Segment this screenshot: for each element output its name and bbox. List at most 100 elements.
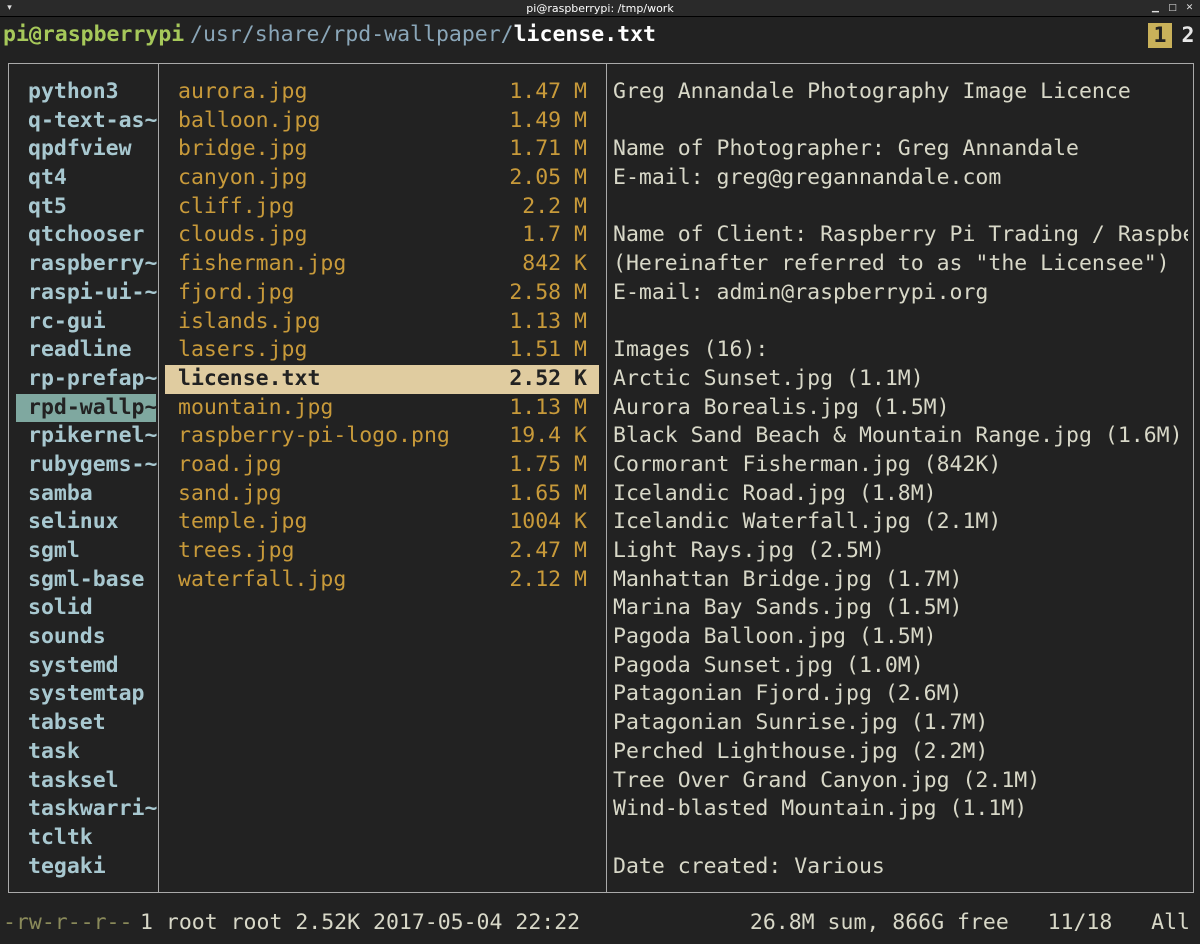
file-size: 2.12 M — [509, 566, 587, 592]
tab-1[interactable]: 1 — [1148, 23, 1172, 48]
preview-line: Cormorant Fisherman.jpg (842K) — [613, 451, 1002, 477]
preview-line: Name of Client: Raspberry Pi Trading / R… — [613, 222, 1188, 248]
preview-line — [613, 308, 1188, 337]
status-bar: -rw-r--r-- 1 root root 2.52K 2017-05-04 … — [0, 908, 1200, 938]
file-name: lasers.jpg — [178, 337, 308, 363]
file-info: 1 root root 2.52K 2017-05-04 22:22 — [140, 910, 581, 935]
parent-dir-item[interactable]: qt5 — [16, 193, 156, 222]
parent-dir-item[interactable]: qt4 — [16, 164, 156, 193]
parent-dir-item[interactable]: q-text-as~ — [16, 107, 157, 136]
parent-dir-item[interactable]: selinux — [16, 508, 156, 537]
parent-dir-item[interactable]: rp-prefap~ — [16, 365, 157, 394]
file-item[interactable]: clouds.jpg 1.7 M — [165, 221, 599, 250]
parent-dir-item[interactable]: readline — [16, 336, 156, 365]
current-path: /usr/share/rpd-wallpaper/license.txt — [190, 21, 656, 49]
file-name: islands.jpg — [178, 308, 321, 334]
file-item[interactable]: islands.jpg 1.13 M — [165, 308, 599, 337]
file-item[interactable]: road.jpg 1.75 M — [165, 451, 599, 480]
parent-dir-item[interactable]: systemtap — [16, 680, 156, 709]
preview-line: Wind-blasted Mountain.jpg (1.1M) — [613, 796, 1028, 822]
preview-line — [613, 107, 1188, 136]
file-item[interactable]: balloon.jpg 1.49 M — [165, 107, 599, 136]
preview-line: Greg Annandale Photography Image Licence — [613, 79, 1131, 104]
preview-line: Perched Lighthouse.jpg (2.2M) — [613, 738, 989, 764]
minimize-icon[interactable]: ▁ — [1150, 3, 1161, 13]
file-item[interactable]: bridge.jpg 1.71 M — [165, 135, 599, 164]
parent-dir-item[interactable]: tcltk — [16, 824, 156, 853]
file-name: trees.jpg — [178, 538, 295, 563]
preview-line: Pagoda Sunset.jpg (1.0M) — [613, 652, 924, 678]
file-name: fisherman.jpg — [178, 251, 347, 277]
maximize-icon[interactable]: □ — [1167, 3, 1178, 13]
parent-dir-item[interactable]: raspberry~ — [16, 250, 157, 279]
preview-line: Icelandic Waterfall.jpg (2.1M) — [613, 509, 1002, 535]
file-item[interactable]: canyon.jpg 2.05 M — [165, 164, 599, 193]
window-title: pi@raspberrypi: /tmp/work — [526, 2, 674, 15]
file-name: bridge.jpg — [178, 136, 308, 162]
column-divider-1 — [158, 63, 159, 893]
parent-dir-item[interactable]: rpd-wallp~ — [16, 393, 157, 423]
window-menu-icon[interactable]: ▾ — [4, 3, 15, 13]
parent-directory-column[interactable]: python3 q-text-as~ qpdfview qt4 qt5 qtchooser… — [16, 78, 157, 882]
preview-line: Aurora Borealis.jpg (1.5M) — [613, 394, 950, 420]
file-name: sand.jpg — [178, 480, 282, 506]
file-item[interactable]: fisherman.jpg 842 K — [165, 250, 599, 279]
parent-dir-item[interactable]: sounds — [16, 623, 156, 652]
parent-dir-item[interactable]: systemd — [16, 652, 156, 681]
preview-line: Black Sand Beach & Mountain Range.jpg (1… — [613, 423, 1183, 449]
parent-dir-item[interactable]: tasksel — [16, 767, 156, 796]
file-item[interactable]: raspberry-pi-logo.png 19.4 K — [165, 422, 599, 451]
parent-dir-item[interactable]: qtchooser — [16, 221, 156, 250]
file-size: 2.52 K — [509, 365, 587, 391]
file-size: 2.47 M — [509, 538, 587, 563]
file-name: license.txt — [178, 365, 321, 391]
parent-dir-item[interactable]: rpikernel~ — [16, 422, 157, 451]
file-item[interactable]: cliff.jpg 2.2 M — [165, 193, 599, 222]
parent-dir-item[interactable]: sgml-base — [16, 566, 156, 595]
parent-dir-item[interactable]: rc-gui — [16, 308, 156, 337]
file-item[interactable]: temple.jpg 1004 K — [165, 508, 599, 537]
file-size: 1.47 M — [509, 79, 587, 104]
file-size: 1.75 M — [509, 451, 587, 477]
file-item[interactable]: waterfall.jpg 2.12 M — [165, 566, 599, 595]
file-size: 2.05 M — [509, 165, 587, 191]
path-dir: /usr/share/rpd-wallpaper/ — [190, 22, 514, 47]
parent-dir-item[interactable]: python3 — [16, 78, 156, 107]
file-item[interactable]: lasers.jpg 1.51 M — [165, 336, 599, 365]
file-name: aurora.jpg — [178, 79, 308, 104]
file-item[interactable]: fjord.jpg 2.58 M — [165, 279, 599, 308]
preview-line: E-mail: admin@raspberrypi.org — [613, 279, 989, 305]
parent-dir-item[interactable]: tabset — [16, 709, 156, 738]
preview-line: (Hereinafter referred to as "the License… — [613, 251, 1170, 277]
preview-line: Date created: Various — [613, 853, 885, 878]
file-name: canyon.jpg — [178, 165, 308, 191]
file-item[interactable]: trees.jpg 2.47 M — [165, 537, 599, 566]
file-size: 1.13 M — [509, 394, 587, 420]
file-size: 2.2 M — [522, 193, 587, 219]
tab-2[interactable]: 2 — [1176, 23, 1200, 48]
window-titlebar[interactable]: ▾ pi@raspberrypi: /tmp/work ▁ □ ✕ — [0, 0, 1200, 17]
file-item[interactable]: aurora.jpg 1.47 M — [165, 78, 599, 107]
file-item[interactable]: sand.jpg 1.65 M — [165, 480, 599, 509]
parent-dir-item[interactable]: rubygems-~ — [16, 451, 157, 480]
parent-dir-item[interactable]: task — [16, 738, 156, 767]
file-list-column[interactable]: aurora.jpg 1.47 M balloon.jpg 1.49 Mbridge.… — [165, 78, 599, 594]
preview-line: Marina Bay Sands.jpg (1.5M) — [613, 595, 963, 621]
file-size: 1.49 M — [509, 107, 587, 133]
preview-line: Pagoda Balloon.jpg (1.5M) — [613, 624, 937, 650]
file-size: 1.51 M — [509, 337, 587, 363]
file-preview-pane: Greg Annandale Photography Image Licence… — [613, 78, 1188, 878]
parent-dir-item[interactable]: tegaki — [16, 853, 156, 882]
file-size: 1.7 M — [522, 222, 587, 248]
parent-dir-item[interactable]: qpdfview — [16, 135, 156, 164]
parent-dir-item[interactable]: samba — [16, 480, 156, 509]
file-name: waterfall.jpg — [178, 566, 347, 592]
file-item[interactable]: mountain.jpg 1.13 M — [165, 394, 599, 423]
parent-dir-item[interactable]: sgml — [16, 537, 156, 566]
preview-line: Patagonian Sunrise.jpg (1.7M) — [613, 710, 989, 736]
parent-dir-item[interactable]: taskwarri~ — [16, 795, 157, 824]
parent-dir-item[interactable]: solid — [16, 594, 156, 623]
parent-dir-item[interactable]: raspi-ui-~ — [16, 279, 157, 308]
close-icon[interactable]: ✕ — [1184, 3, 1195, 13]
file-item[interactable]: license.txt 2.52 K — [165, 364, 599, 394]
